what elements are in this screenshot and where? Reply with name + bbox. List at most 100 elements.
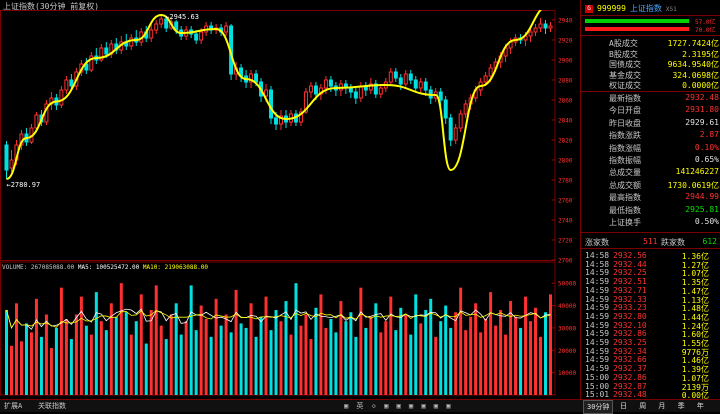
tab-extend-a[interactable]: 扩展A: [4, 401, 22, 411]
volume-bar: [454, 312, 458, 395]
price-tick-label: 2860: [558, 98, 573, 105]
candle: [418, 78, 423, 94]
volume-bar: [224, 314, 228, 395]
candle: [408, 70, 413, 84]
volume-bar: [509, 301, 513, 395]
ma10-line: [6, 309, 551, 329]
volume-tick-label: 40000: [558, 303, 576, 310]
volume-bar: [199, 305, 203, 395]
tab-related-index[interactable]: 关联指数: [38, 401, 66, 411]
toolbar-icons[interactable]: ▣ 英 ◇ ▣ ▣ ▣ ▣ ▣ ▣: [344, 401, 452, 411]
index-stat-row: 最低指数 2925.81: [609, 204, 719, 215]
stock-name: 上证指数: [629, 4, 662, 13]
volume-tick-label: 50000: [558, 281, 576, 288]
candlestick-series: [4, 15, 553, 179]
volume-bar: [14, 303, 18, 395]
price-tick-label: 2900: [558, 58, 573, 65]
volume-bar: [219, 325, 223, 395]
stock-suffix: XS1: [665, 6, 677, 13]
bottom-toolbar: 扩展A 关联指数 ▣ 英 ◇ ▣ ▣ ▣ ▣ ▣ ▣ 30分钟 日 周 月 季 …: [0, 399, 720, 414]
volume-bar: [354, 336, 358, 395]
candle: [393, 68, 398, 82]
volume-bar: [329, 318, 333, 395]
volume-bar: [449, 327, 453, 395]
volume-bar: [299, 325, 303, 395]
volume-tick-label: 20000: [558, 348, 576, 355]
volume-bar: [164, 339, 168, 395]
volume-bar: [384, 321, 388, 395]
volume-bar: [524, 296, 528, 395]
candle: [99, 44, 104, 62]
candle: [94, 48, 99, 64]
volume-bar: [119, 283, 123, 395]
candle: [453, 124, 458, 144]
period-shortcuts[interactable]: 日 周 月 季 年: [620, 401, 708, 411]
candle: [64, 76, 69, 94]
volume-bar: [444, 305, 448, 395]
volume-bar: [129, 334, 133, 395]
volume-bar: [99, 321, 103, 395]
candle: [388, 68, 393, 86]
volume-bar: [529, 321, 533, 395]
volume-bar: [424, 310, 428, 395]
volume-bar: [324, 327, 328, 395]
candle: [378, 84, 383, 98]
candle: [224, 22, 229, 36]
volume-bar: [184, 321, 188, 395]
index-stat-row: 总成交量 141246227: [609, 167, 719, 178]
volume-bar: [194, 330, 198, 395]
volume-bar: [9, 345, 13, 395]
period-selector[interactable]: 30分钟: [583, 400, 614, 414]
volume-bar: [124, 312, 128, 395]
candle: [29, 124, 34, 144]
volume-bar: [399, 307, 403, 395]
price-tick-label: 2940: [558, 18, 573, 25]
volume-value: VOLUME: 267085088.00: [2, 264, 75, 271]
turnover-row: 基金成交 324.0698亿: [609, 70, 719, 80]
volume-bar: [504, 334, 508, 395]
volume-bar: [439, 321, 443, 395]
quote-panel: G 999999 上证指数 XS1 57.0亿 70.0亿 A股成交 1727.7424…: [580, 0, 720, 411]
low-price-label: ←2780.97: [6, 181, 40, 189]
volume-bar: [349, 312, 353, 395]
volume-bar: [284, 301, 288, 395]
volume-bar: [104, 330, 108, 395]
volume-bar: [359, 287, 363, 395]
index-stat-row: 最高指数 2944.99: [609, 192, 719, 203]
volume-bar: [279, 321, 283, 395]
kline-chart[interactable]: 2940 2920 2900 2880 2860 2840 2820 2800 2780 2760…: [0, 10, 585, 410]
candle: [298, 108, 303, 126]
volume-bar: [414, 294, 418, 395]
volume-bar: [309, 339, 313, 395]
volume-bar: [4, 310, 8, 395]
volume-bar: [134, 321, 138, 395]
index-stat-row: 昨日收盘 2929.61: [609, 117, 719, 128]
volume-bar: [369, 316, 373, 395]
volume-bar: [34, 298, 38, 395]
volume-bar: [364, 327, 368, 395]
price-tick-label: 2800: [558, 158, 573, 165]
volume-bar: [29, 332, 33, 395]
index-stat-row: 最新指数 2932.48: [609, 93, 719, 103]
volume-bar: [274, 310, 278, 395]
volume-bar: [149, 310, 153, 395]
volume-bar: [479, 332, 483, 395]
volume-bar: [404, 314, 408, 395]
volume-bar: [344, 321, 348, 395]
ma5-line: [6, 308, 551, 330]
volume-bar: [229, 332, 233, 395]
quote-header[interactable]: G 999999 上证指数 XS1: [585, 3, 719, 13]
high-price-label: ←2945.63: [165, 13, 199, 21]
volume-bar: [379, 332, 383, 395]
volume-bar: [54, 327, 58, 395]
candle: [443, 96, 448, 124]
volume-bar: [469, 316, 473, 395]
candle: [353, 88, 358, 104]
price-tick-label: 2780: [558, 178, 573, 185]
candle: [134, 30, 139, 46]
volume-bar: [294, 283, 298, 395]
index-stat-row: 上证换手 0.50%: [609, 217, 719, 227]
stock-icon: G: [585, 4, 593, 13]
volume-bar: [64, 318, 68, 395]
candle: [403, 70, 408, 88]
